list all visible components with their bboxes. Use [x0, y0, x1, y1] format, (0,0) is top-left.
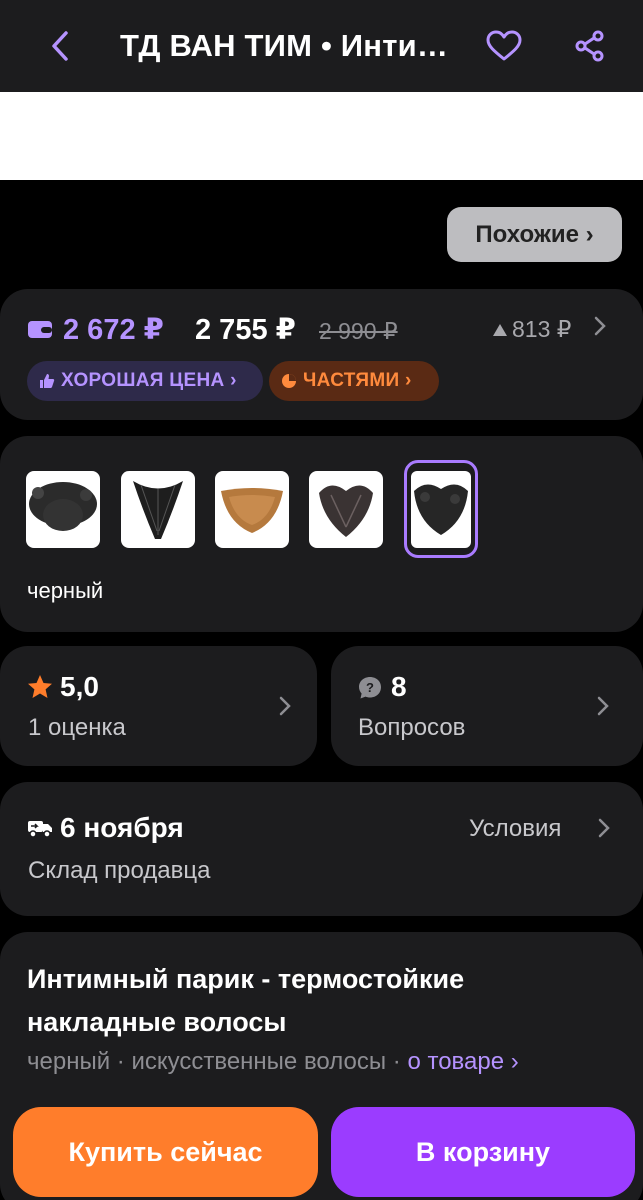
thumbs-up-icon — [40, 374, 55, 388]
variant-image — [133, 481, 183, 539]
star-icon — [28, 675, 52, 698]
question-bubble-icon: ? — [359, 677, 381, 699]
variant-image — [319, 485, 373, 537]
attributes-text: черный · искусственные волосы · — [27, 1048, 401, 1075]
add-to-cart-label: В корзину — [415, 1136, 551, 1167]
rating-value: 5,0 — [60, 671, 99, 702]
similar-button-label: Похожие › — [475, 220, 594, 248]
variant-image-container — [411, 471, 471, 548]
variant-image — [221, 488, 283, 533]
share-button[interactable] — [568, 24, 612, 68]
delivery-date: 6 ноября — [60, 812, 184, 843]
rating-count: 1 оценка — [28, 714, 126, 741]
variant-image — [29, 482, 97, 531]
delivery-truck-icon — [28, 821, 52, 838]
rating-card[interactable] — [0, 646, 317, 766]
variant-3[interactable] — [215, 471, 289, 548]
about-product-link[interactable]: о товаре › — [407, 1048, 518, 1075]
installments-badge[interactable]: ЧАСТЯМИ › — [269, 361, 439, 401]
chevron-right-icon — [279, 696, 291, 716]
buy-now-label: Купить сейчас — [68, 1136, 263, 1167]
variant-image — [414, 484, 468, 535]
back-button[interactable] — [40, 24, 80, 68]
page-title: ТД ВАН ТИМ • Интимный парик - термостойк… — [120, 28, 465, 63]
wallet-price: 2 672 ₽ — [63, 314, 164, 346]
price-drop[interactable]: 813 ₽ — [492, 316, 571, 343]
chevron-left-icon — [52, 31, 68, 61]
chevron-right-icon — [598, 818, 610, 838]
heart-icon — [486, 30, 522, 61]
buy-now-button[interactable]: Купить сейчас — [13, 1107, 318, 1197]
questions-count: 8 — [391, 671, 407, 702]
similar-button[interactable]: Похожие › — [447, 207, 622, 262]
price: 2 755 ₽ — [195, 314, 296, 346]
chevron-right-icon[interactable] — [594, 316, 606, 336]
variant-1[interactable] — [26, 471, 100, 548]
top-bar: ТД ВАН ТИМ • Интимный парик - термостойк… — [0, 0, 643, 92]
good-price-badge[interactable]: ХОРОШАЯ ЦЕНА › — [27, 361, 263, 401]
chevron-right-icon — [597, 696, 609, 716]
svg-text:?: ? — [366, 680, 374, 695]
variant-4[interactable] — [309, 471, 383, 548]
share-icon — [575, 30, 604, 62]
triangle-up-icon — [493, 323, 507, 336]
product-title: Интимный парик - термостойкие накладные … — [27, 964, 465, 1037]
wallet-icon — [28, 321, 52, 338]
product-image[interactable] — [0, 92, 643, 180]
price-drop-value: 813 ₽ — [512, 316, 572, 342]
old-price: 2 990 ₽ — [319, 318, 398, 344]
good-price-label: ХОРОШАЯ ЦЕНА › — [61, 370, 237, 391]
delivery-conditions-link[interactable]: Условия — [469, 815, 561, 843]
delivery-card[interactable] — [0, 782, 643, 916]
add-to-cart-button[interactable]: В корзину — [331, 1107, 635, 1197]
pie-chart-icon — [282, 374, 296, 388]
installments-label: ЧАСТЯМИ › — [303, 370, 412, 391]
variant-2[interactable] — [121, 471, 195, 548]
questions-label: Вопросов — [358, 714, 466, 741]
product-attributes: черный · искусственные волосы · о товаре… — [27, 1048, 519, 1076]
delivery-source: Склад продавца — [28, 857, 211, 884]
variant-5-selected[interactable] — [404, 460, 478, 558]
selected-color-label: черный — [27, 578, 104, 603]
favorite-button[interactable] — [482, 24, 526, 68]
